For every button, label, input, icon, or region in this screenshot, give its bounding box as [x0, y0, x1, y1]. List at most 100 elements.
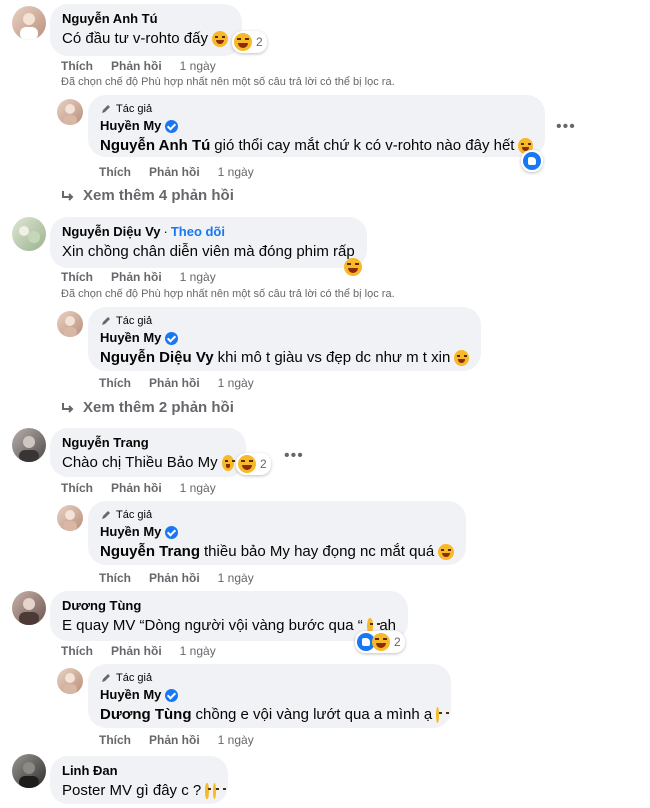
reaction-summary[interactable]: 2	[355, 631, 405, 653]
verified-badge-icon	[165, 525, 179, 539]
filter-note: Đã chọn chế độ Phù hợp nhất nên một số c…	[61, 288, 395, 300]
reply-button[interactable]: Phản hồi	[111, 481, 162, 495]
more-options-icon[interactable]: •••	[284, 447, 304, 465]
reply-author[interactable]: Huyền My	[100, 687, 161, 703]
timestamp[interactable]: 1 ngày	[218, 571, 254, 585]
comment-bubble: Nguyễn Diệu Vy · Theo dõi Xin chồng chân d…	[50, 217, 367, 268]
comment-text: E quay MV “Dòng người vội vàng bước qua …	[62, 617, 363, 634]
avatar[interactable]	[57, 99, 83, 125]
timestamp[interactable]: 1 ngày	[180, 481, 216, 495]
grin-emoji-icon	[211, 31, 228, 47]
like-button[interactable]: Thích	[99, 571, 131, 585]
like-button[interactable]: Thích	[99, 733, 131, 747]
comment-text: Poster MV gì đây c ?	[62, 782, 202, 799]
pen-icon	[102, 105, 110, 113]
reply-button[interactable]: Phản hồi	[149, 376, 200, 390]
reaction-count: 2	[394, 635, 401, 649]
avatar[interactable]	[57, 505, 83, 531]
timestamp[interactable]: 1 ngày	[180, 270, 216, 284]
reply-arrow-icon	[62, 190, 74, 201]
reply-text: chồng e vội vàng lướt qua a mình ạ	[195, 706, 433, 723]
avatar[interactable]	[12, 591, 46, 625]
avatar[interactable]	[12, 428, 46, 462]
timestamp[interactable]: 1 ngày	[218, 376, 254, 390]
reply-text: thiều bảo My hay đọng nc mắt quá	[204, 543, 435, 560]
follow-button[interactable]: Theo dõi	[171, 224, 225, 240]
reaction-summary[interactable]: 2	[232, 31, 267, 53]
reaction-summary[interactable]	[344, 258, 362, 276]
like-button[interactable]: Thích	[61, 481, 93, 495]
timestamp[interactable]: 1 ngày	[218, 733, 254, 747]
haha-emoji-icon	[212, 783, 220, 799]
reply-arrow-icon	[62, 402, 74, 413]
reply-text: khi mô t giàu vs đẹp dc như m t xin	[217, 349, 451, 366]
rofl-emoji-icon	[438, 544, 454, 560]
comment-author[interactable]: Nguyễn Diệu Vy	[62, 224, 160, 240]
reply-text: gió thổi cay mắt chứ k có v-rohto nào đâ…	[214, 137, 515, 154]
reply-button[interactable]: Phản hồi	[111, 270, 162, 284]
avatar[interactable]	[12, 6, 46, 40]
see-more-replies[interactable]: Xem thêm 4 phản hồi	[61, 187, 234, 204]
like-button[interactable]: Thích	[99, 165, 131, 179]
like-reaction-icon	[523, 152, 541, 170]
haha-reaction-icon	[234, 33, 252, 51]
author-badge: Tác giả	[100, 102, 533, 116]
reply-author[interactable]: Huyền My	[100, 330, 161, 346]
reply-bubble: Tác giả Huyền My Nguyễn Trang thiều bảo M…	[88, 501, 466, 565]
timestamp[interactable]: 1 ngày	[180, 644, 216, 658]
like-button[interactable]: Thích	[99, 376, 131, 390]
reply-actions: Thích Phản hồi 1 ngày	[99, 571, 254, 585]
reply-author[interactable]: Huyền My	[100, 524, 161, 540]
reply-button[interactable]: Phản hồi	[149, 571, 200, 585]
verified-badge-icon	[165, 688, 179, 702]
reply-actions: Thích Phản hồi 1 ngày	[99, 733, 254, 747]
reply-author[interactable]: Huyền My	[100, 118, 161, 134]
grin-emoji-icon	[221, 455, 234, 471]
comment-author[interactable]: Nguyễn Anh Tú	[62, 11, 158, 27]
reply-bubble: Tác giả Huyền My Nguyễn Anh Tú gió thổi c…	[88, 95, 545, 157]
pen-icon	[102, 674, 110, 682]
haha-reaction-icon	[372, 633, 390, 651]
reaction-count: 2	[256, 35, 263, 49]
comment-author[interactable]: Dương Tùng	[62, 598, 141, 614]
rofl-emoji-icon	[454, 350, 469, 366]
avatar[interactable]	[57, 311, 83, 337]
comment-author[interactable]: Linh Đan	[62, 763, 118, 779]
pen-icon	[102, 317, 110, 325]
reply-button[interactable]: Phản hồi	[149, 733, 200, 747]
comment-bubble: Nguyễn Trang Chào chị Thiều Bảo My	[50, 428, 246, 477]
comment-bubble: Nguyễn Anh Tú Có đầu tư v-rohto đấy	[50, 4, 242, 56]
mention-tag[interactable]: Nguyễn Anh Tú	[100, 136, 210, 156]
reply-button[interactable]: Phản hồi	[149, 165, 200, 179]
filter-note: Đã chọn chế độ Phù hợp nhất nên một số c…	[61, 76, 395, 88]
reaction-summary[interactable]	[521, 150, 543, 172]
comment-actions: Thích Phản hồi 1 ngày	[61, 59, 216, 73]
verified-badge-icon	[165, 331, 179, 345]
like-button[interactable]: Thích	[61, 644, 93, 658]
mention-tag[interactable]: Dương Tùng	[100, 705, 192, 725]
comment-text: Có đầu tư v-rohto đấy	[62, 30, 208, 47]
reaction-count: 2	[260, 457, 267, 471]
timestamp[interactable]: 1 ngày	[218, 165, 254, 179]
comment-author[interactable]: Nguyễn Trang	[62, 435, 149, 451]
reply-button[interactable]: Phản hồi	[111, 644, 162, 658]
mention-tag[interactable]: Nguyễn Trang	[100, 542, 200, 562]
comment-text: Xin chồng chân diễn viên mà đóng phim rấ…	[62, 243, 355, 260]
haha-reaction-icon	[344, 258, 362, 276]
avatar[interactable]	[57, 668, 83, 694]
reaction-summary[interactable]: 2	[236, 453, 271, 475]
verified-badge-icon	[165, 119, 179, 133]
see-more-replies[interactable]: Xem thêm 2 phản hồi	[61, 399, 234, 416]
like-button[interactable]: Thích	[61, 270, 93, 284]
timestamp[interactable]: 1 ngày	[180, 59, 216, 73]
more-options-icon[interactable]: •••	[556, 118, 576, 136]
author-badge: Tác giả	[100, 671, 439, 685]
author-badge: Tác giả	[100, 508, 454, 522]
reply-button[interactable]: Phản hồi	[111, 59, 162, 73]
avatar[interactable]	[12, 217, 46, 251]
pen-icon	[102, 511, 110, 519]
like-button[interactable]: Thích	[61, 59, 93, 73]
comment-actions: Thích Phản hồi 1 ngày	[61, 270, 216, 284]
mention-tag[interactable]: Nguyễn Diệu Vy	[100, 348, 214, 368]
avatar[interactable]	[12, 754, 46, 788]
